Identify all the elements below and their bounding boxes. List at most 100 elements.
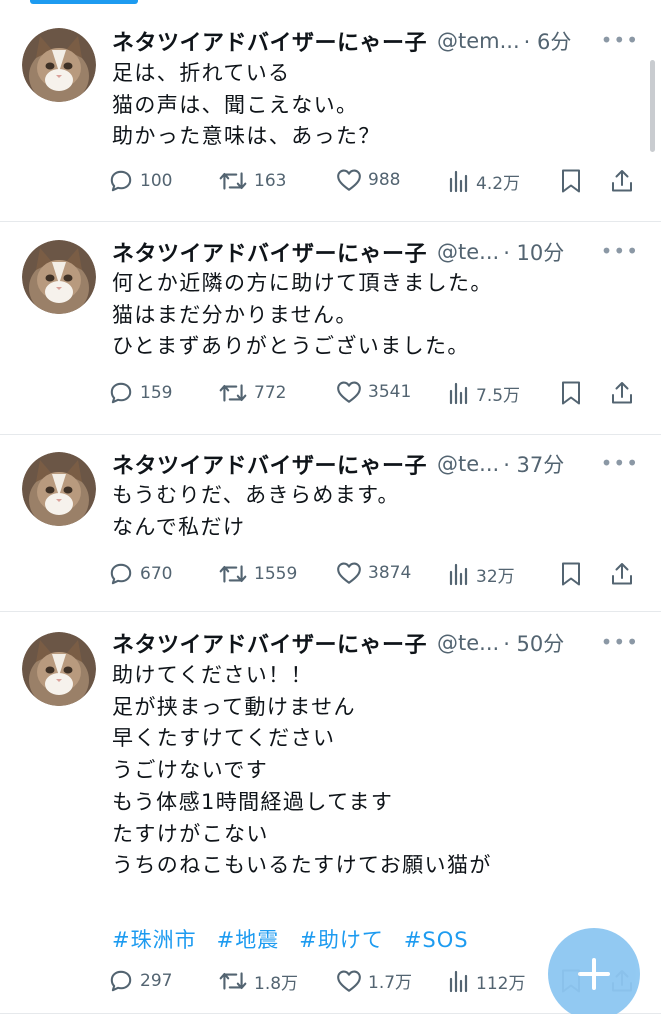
tweet-header: ネタツイアドバイザーにゃー子 @te... · 37分 ••• [112,447,639,481]
views-chart-icon [448,380,470,406]
retweet-icon [218,168,248,194]
heart-icon [336,168,362,192]
reply-icon [108,380,134,406]
bookmark-button[interactable] [560,168,582,194]
tweet-text-line: ひとまずありがとうございました。 [112,334,470,359]
timestamp[interactable]: · 50分 [503,628,564,658]
user-handle[interactable]: @tem... [437,29,520,53]
tweet-text-line: 足が挟まって動けません [112,694,356,719]
avatar[interactable] [22,632,96,706]
action-bar: 100 163 988 4.2万 [108,168,643,198]
like-button[interactable]: 988 [336,168,400,192]
reply-button[interactable]: 100 [108,168,172,194]
reply-button[interactable]: 670 [108,561,172,587]
tweet[interactable]: ネタツイアドバイザーにゃー子 @te... · 37分 ••• もうむりだ、あきら… [0,435,661,612]
compose-plus-icon [578,958,610,990]
heart-icon [336,380,362,404]
reply-icon [108,168,134,194]
share-button[interactable] [610,380,634,406]
action-bar: 670 1559 3874 32万 [108,561,643,591]
more-dots-icon[interactable]: ••• [601,630,639,654]
hashtag-link[interactable]: #珠洲市 [112,928,197,952]
like-button[interactable]: 1.7万 [336,968,412,993]
tweet-text-line: 助かった意味は、あった？ [112,124,381,149]
tweet-text-line: 猫はまだ分かりません。 [112,302,358,327]
retweet-count: 1.8万 [254,973,299,994]
retweet-button[interactable]: 772 [218,380,286,406]
bookmark-button[interactable] [560,380,582,406]
views-chart-icon [448,968,470,994]
timestamp[interactable]: · 6分 [524,26,572,56]
views-chart-icon [448,168,470,194]
tweet-text: 何とか近隣の方に助けて頂きました。 猫はまだ分かりません。ひとまずありがとうござい… [112,268,637,363]
retweet-icon [218,561,248,587]
tweet-text-line: 助けてください！！ [112,663,313,687]
reply-count: 159 [140,383,173,403]
user-handle[interactable]: @te... [437,240,499,264]
timestamp[interactable]: · 37分 [503,449,564,479]
retweet-button[interactable]: 1559 [218,561,297,587]
tweet-text-line: 何とか近隣の方に助けて頂きました。 [112,271,493,295]
reply-icon [108,968,134,994]
share-button[interactable] [610,168,634,194]
tweet-header: ネタツイアドバイザーにゃー子 @te... · 50分 ••• [112,626,639,660]
tweet[interactable]: ネタツイアドバイザーにゃー子 @tem... · 6分 ••• 足は、折れている猫… [0,0,661,222]
hashtag-list: #珠洲市 #地震 #助けて #SOS [112,924,489,954]
display-name[interactable]: ネタツイアドバイザーにゃー子 [112,627,427,659]
like-count: 3541 [368,382,412,402]
retweet-count: 1559 [254,564,298,584]
display-name[interactable]: ネタツイアドバイザーにゃー子 [112,448,427,480]
user-handle[interactable]: @te... [437,452,499,476]
bookmark-icon [560,168,582,194]
tweet-text-line: たすけがこない [112,821,269,846]
timestamp[interactable]: · 10分 [503,237,564,267]
tweet-header: ネタツイアドバイザーにゃー子 @tem... · 6分 ••• [112,24,639,58]
view-count: 7.5万 [476,385,521,406]
like-button[interactable]: 3874 [336,561,411,585]
retweet-icon [218,380,248,406]
tweet-text-line: うちのねこもいるたすけてお願い猫が [112,853,492,878]
tweet-text-line: 猫の声は、聞こえない。 [112,92,359,117]
hashtag-link[interactable]: #地震 [217,928,280,952]
reply-count: 297 [140,971,173,991]
tweet-text-line: なんで私だけ [112,514,246,539]
avatar[interactable] [22,28,96,102]
hashtag-link[interactable]: #助けて [299,928,384,952]
views-button[interactable]: 32万 [448,561,515,587]
more-dots-icon[interactable]: ••• [601,451,639,475]
retweet-button[interactable]: 163 [218,168,286,194]
retweet-button[interactable]: 1.8万 [218,968,298,994]
display-name[interactable]: ネタツイアドバイザーにゃー子 [112,25,427,57]
tweet-text: もうむりだ、あきらめます。 なんで私だけ [112,480,637,543]
reply-button[interactable]: 297 [108,968,172,994]
bookmark-button[interactable] [560,561,582,587]
reply-button[interactable]: 159 [108,380,172,406]
views-button[interactable]: 112万 [448,968,525,994]
tweet-text: 助けてください！！ 足が挟まって動けません 早くたすけてください うごけないです もう体… [112,660,637,882]
tweet-text: 足は、折れている 猫の声は、聞こえない。 助かった意味は、あった？ [112,58,637,153]
share-icon [610,561,634,587]
heart-icon [336,969,362,993]
avatar[interactable] [22,240,96,314]
compose-button[interactable] [548,928,640,1014]
avatar[interactable] [22,452,96,526]
like-button[interactable]: 3541 [336,380,411,404]
more-dots-icon[interactable]: ••• [601,239,639,263]
heart-icon [336,561,362,585]
like-count: 3874 [368,563,412,583]
more-dots-icon[interactable]: ••• [601,28,639,52]
share-icon [610,168,634,194]
share-button[interactable] [610,561,634,587]
action-bar: 159 772 3541 7.5万 [108,380,643,410]
views-button[interactable]: 4.2万 [448,168,520,194]
hashtag-link[interactable]: #SOS [404,928,469,952]
tweet[interactable]: ネタツイアドバイザーにゃー子 @te... · 10分 ••• 何とか近隣の方に助… [0,222,661,435]
reply-icon [108,561,134,587]
tweet-text-line: 早くたすけてください [112,726,336,751]
views-button[interactable]: 7.5万 [448,380,520,406]
user-handle[interactable]: @te... [437,631,499,655]
tweet-header: ネタツイアドバイザーにゃー子 @te... · 10分 ••• [112,235,639,269]
bookmark-icon [560,561,582,587]
display-name[interactable]: ネタツイアドバイザーにゃー子 [112,236,427,268]
bookmark-icon [560,380,582,406]
